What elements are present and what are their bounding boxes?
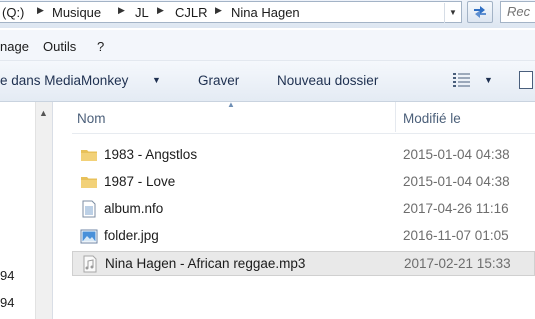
menu-image[interactable]: nage [0, 39, 29, 54]
search-box[interactable] [500, 1, 535, 23]
breadcrumb-separator-icon[interactable]: ▶ [215, 5, 222, 16]
file-modified-date: 2015-01-04 04:38 [403, 174, 510, 189]
breadcrumb[interactable]: (Q:) ▶ Musique ▶ JL ▶ CJLR ▶ Nina Hagen … [0, 1, 462, 23]
breadcrumb-jl[interactable]: JL [135, 5, 149, 20]
refresh-icon [474, 6, 486, 18]
image-file-icon [80, 229, 98, 244]
file-modified-date: 2017-04-26 11:16 [403, 201, 509, 216]
nfo-file-icon [82, 200, 96, 218]
navigation-pane: 94 94 [0, 102, 34, 319]
mediamonkey-dropdown-icon[interactable]: ▼ [152, 75, 161, 85]
address-history-dropdown-icon[interactable]: ▼ [444, 3, 461, 23]
breadcrumb-drive[interactable]: (Q:) [2, 5, 24, 20]
sort-ascending-icon: ▲ [227, 100, 235, 109]
folder-icon [81, 150, 97, 161]
file-name: album.nfo [104, 201, 164, 216]
file-modified-date: 2017-02-21 15:33 [404, 256, 511, 271]
command-bar: e dans MediaMonkey ▼ Graver Nouveau doss… [0, 61, 535, 102]
column-header-modified[interactable]: Modifié le [403, 111, 461, 126]
breadcrumb-separator-icon[interactable]: ▶ [157, 5, 164, 16]
address-bar: (Q:) ▶ Musique ▶ JL ▶ CJLR ▶ Nina Hagen … [0, 0, 535, 28]
file-row[interactable]: album.nfo 2017-04-26 11:16 [72, 197, 535, 222]
view-dropdown-icon[interactable]: ▼ [484, 75, 493, 85]
preview-pane-icon[interactable] [519, 71, 533, 89]
file-modified-date: 2016-11-07 01:05 [403, 228, 509, 243]
breadcrumb-cjlr[interactable]: CJLR [175, 5, 208, 20]
menu-outils[interactable]: Outils [43, 39, 76, 54]
add-to-mediamonkey-button[interactable]: e dans MediaMonkey [0, 73, 128, 88]
file-name: Nina Hagen - African reggae.mp3 [105, 256, 306, 271]
breadcrumb-separator-icon[interactable]: ▶ [118, 5, 125, 16]
file-name: 1987 - Love [104, 174, 176, 189]
file-row[interactable]: folder.jpg 2016-11-07 01:05 [72, 224, 535, 249]
file-name: 1983 - Angstlos [104, 147, 198, 162]
file-row[interactable]: 1987 - Love 2015-01-04 04:38 [72, 170, 535, 195]
refresh-button[interactable] [467, 1, 493, 23]
file-modified-date: 2015-01-04 04:38 [403, 147, 510, 162]
audio-file-icon [83, 255, 97, 273]
file-row-selected[interactable]: Nina Hagen - African reggae.mp3 2017-02-… [72, 251, 535, 276]
folder-icon [81, 177, 97, 188]
breadcrumb-separator-icon[interactable]: ▶ [37, 5, 44, 16]
breadcrumb-musique[interactable]: Musique [52, 5, 101, 20]
search-input[interactable] [501, 2, 535, 20]
column-header: ▲ Nom Modifié le [72, 100, 535, 134]
file-row[interactable]: 1983 - Angstlos 2015-01-04 04:38 [72, 143, 535, 168]
navigation-scrollbar[interactable]: ▲ [35, 102, 52, 319]
file-name: folder.jpg [104, 228, 159, 243]
column-divider[interactable] [395, 102, 396, 132]
new-folder-button[interactable]: Nouveau dossier [277, 73, 378, 88]
column-header-name[interactable]: Nom [77, 111, 106, 126]
scroll-up-icon[interactable]: ▲ [39, 108, 48, 118]
pane-divider[interactable] [52, 102, 53, 319]
nav-item-fragment[interactable]: 94 [0, 268, 14, 283]
menu-bar: nage Outils ? [0, 30, 535, 61]
menu-help[interactable]: ? [97, 39, 104, 54]
burn-button[interactable]: Graver [198, 73, 239, 88]
view-options-icon[interactable] [452, 72, 472, 91]
breadcrumb-nina-hagen[interactable]: Nina Hagen [231, 5, 300, 20]
nav-item-fragment[interactable]: 94 [0, 295, 14, 310]
